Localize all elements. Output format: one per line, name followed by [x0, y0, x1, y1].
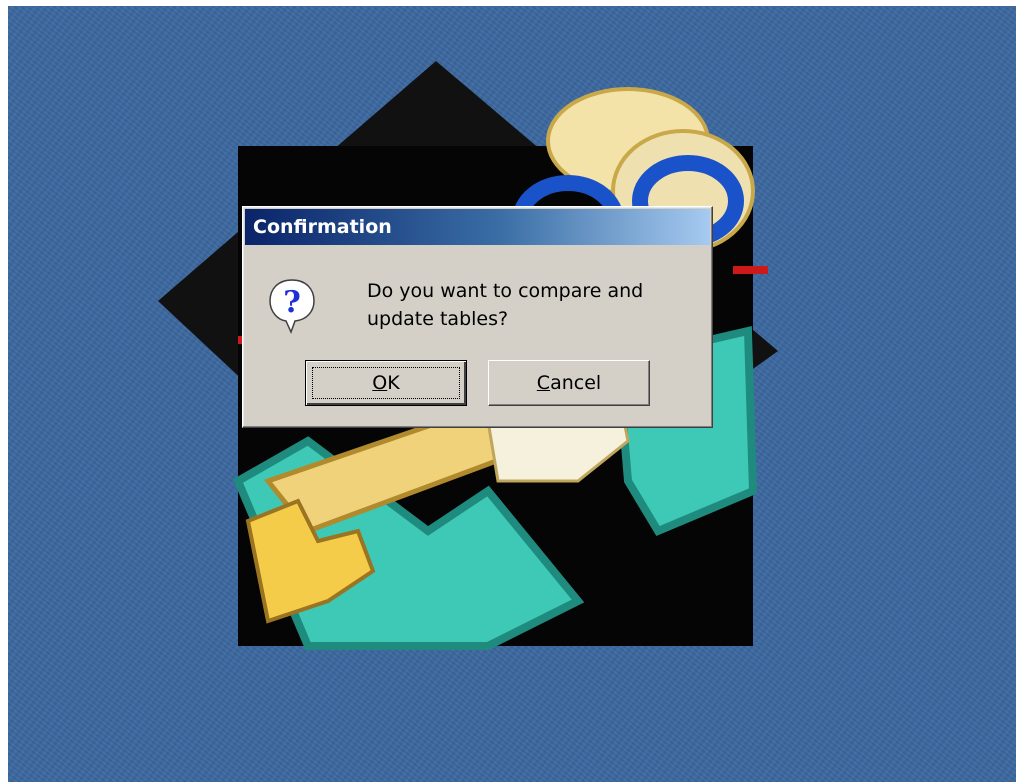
focus-rectangle	[312, 367, 460, 399]
question-icon: ?	[269, 279, 315, 334]
dialog-message: Do you want to compare and update tables…	[367, 280, 644, 330]
confirmation-dialog: Confirmation ? Do you want to compare an…	[242, 206, 713, 428]
dialog-titlebar[interactable]: Confirmation	[245, 209, 710, 245]
desktop-background: Confirmation ? Do you want to compare an…	[8, 6, 1016, 782]
ok-button[interactable]: OK	[305, 360, 467, 406]
cancel-label: ancel	[550, 372, 602, 394]
dialog-title: Confirmation	[253, 216, 392, 238]
cancel-accelerator: C	[536, 372, 551, 394]
svg-text:?: ?	[283, 285, 301, 320]
cancel-button[interactable]: Cancel	[488, 360, 650, 406]
